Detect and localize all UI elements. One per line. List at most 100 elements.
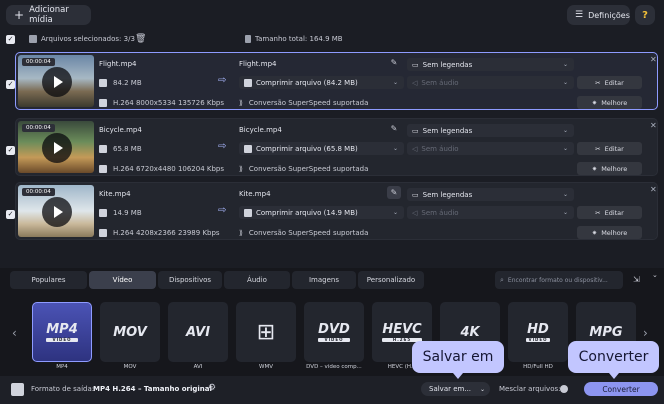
tab-audio[interactable]: Áudio: [224, 271, 290, 289]
compress-select[interactable]: Comprimir arquivo (84.2 MB) ⌄: [239, 76, 404, 89]
format-logo: MP4 VIDEO: [46, 321, 78, 342]
play-icon[interactable]: [42, 67, 72, 97]
file-icon: [99, 209, 107, 217]
tab-dispositivos[interactable]: Dispositivos: [158, 271, 222, 289]
enhance-button[interactable]: ✷ Melhore: [577, 226, 642, 239]
edit-button[interactable]: ✂ Editar: [577, 142, 642, 155]
video-thumbnail[interactable]: 00:00:04: [18, 55, 94, 107]
format-logo: 4K: [460, 324, 480, 340]
format-label: DVD – vídeo comp...: [306, 364, 362, 370]
codec-text: H.264 8000x5334 135726 Kbps: [113, 99, 225, 107]
format-tile[interactable]: DVD VIDEO: [304, 302, 364, 362]
edit-button[interactable]: ✂ Editar: [577, 76, 642, 89]
compress-label: Comprimir arquivo (14.9 MB): [256, 208, 358, 217]
tab-personalizado[interactable]: Personalizado: [358, 271, 424, 289]
file-icon: [99, 79, 107, 87]
superspeed-info: ⟫ Conversão SuperSpeed suportada: [239, 229, 368, 237]
convert-arrow-icon: ⇨: [218, 75, 227, 86]
tab-imagens[interactable]: Imagens: [292, 271, 356, 289]
subtitles-select[interactable]: ▭ Sem legendas ⌄: [407, 58, 574, 71]
output-format-label: Formato de saída:: [31, 385, 95, 393]
video-thumbnail[interactable]: 00:00:04: [18, 121, 94, 173]
scissors-icon: ✂: [595, 144, 601, 153]
audio-label: Sem áudio: [421, 78, 459, 87]
format-tile[interactable]: MOV: [100, 302, 160, 362]
superspeed-info: ⟫ Conversão SuperSpeed suportada: [239, 99, 368, 107]
trash-icon[interactable]: 🗑: [135, 34, 146, 44]
settings-button[interactable]: ☰ Definições: [567, 5, 630, 25]
export-icon[interactable]: ⇲: [633, 275, 640, 284]
chevron-down-icon: ⌄: [562, 145, 568, 152]
chevron-down-icon: ⌄: [562, 61, 568, 68]
tab-populares[interactable]: Populares: [10, 271, 87, 289]
play-icon[interactable]: [42, 133, 72, 163]
pencil-icon[interactable]: ✎: [387, 186, 401, 199]
subtitles-select[interactable]: ▭ Sem legendas ⌄: [407, 188, 574, 201]
output-file-name[interactable]: Flight.mp4: [239, 60, 276, 68]
chevron-left-icon[interactable]: ‹: [12, 326, 17, 340]
file-row[interactable]: 00:00:04 Kite.mp4 14.9 MB H.264 4208x236…: [15, 182, 658, 240]
search-icon: ⌕: [500, 275, 504, 284]
file-checkbox[interactable]: ✓: [6, 146, 15, 155]
format-label: WMV: [259, 364, 273, 370]
tab-video[interactable]: Vídeo: [89, 271, 156, 289]
superspeed-icon: ⟫: [239, 165, 243, 173]
subtitles-icon: ▭: [412, 126, 419, 135]
enhance-label: Melhore: [601, 228, 628, 237]
duration-badge: 00:00:04: [22, 124, 55, 132]
add-media-button[interactable]: + Adicionar mídia: [6, 5, 91, 25]
codec-info: H.264 8000x5334 135726 Kbps: [99, 99, 224, 107]
save-to-button[interactable]: Salvar em... ⌄: [421, 382, 490, 396]
duration-badge: 00:00:04: [22, 58, 55, 66]
gear-icon[interactable]: ⚙: [208, 383, 216, 393]
add-media-label: Adicionar mídia: [29, 5, 69, 25]
file-checkbox[interactable]: ✓: [6, 80, 15, 89]
superspeed-icon: ⟫: [239, 99, 243, 107]
compress-label: Comprimir arquivo (65.8 MB): [256, 144, 358, 153]
merge-files-toggle[interactable]: [560, 385, 568, 393]
pencil-icon[interactable]: ✎: [387, 122, 401, 135]
output-format-value[interactable]: MP4 H.264 – Tamanho original: [93, 385, 212, 393]
close-icon[interactable]: ✕: [650, 185, 657, 194]
sparkle-icon: ✷: [591, 228, 598, 237]
close-icon[interactable]: ✕: [650, 55, 657, 64]
edit-button[interactable]: ✂ Editar: [577, 206, 642, 219]
compress-icon: [244, 78, 252, 87]
file-checkbox[interactable]: ✓: [6, 210, 15, 219]
file-row[interactable]: 00:00:04 Bicycle.mp4 65.8 MB H.264 6720x…: [15, 118, 658, 176]
compress-icon: [244, 144, 252, 153]
format-tile[interactable]: ⊞: [236, 302, 296, 362]
total-size-info: Tamanho total: 164.9 MB: [245, 35, 343, 43]
compress-select[interactable]: Comprimir arquivo (14.9 MB) ⌄: [239, 206, 404, 219]
audio-select[interactable]: ◁ Sem áudio ⌄: [407, 76, 574, 89]
subtitles-label: Sem legendas: [422, 190, 473, 199]
format-tile[interactable]: AVI: [168, 302, 228, 362]
convert-button[interactable]: Converter: [584, 382, 658, 396]
file-row[interactable]: 00:00:04 Flight.mp4 84.2 MB H.264 8000x5…: [15, 52, 658, 110]
audio-select[interactable]: ◁ Sem áudio ⌄: [407, 206, 574, 219]
output-file-name[interactable]: Bicycle.mp4: [239, 126, 282, 134]
format-tile[interactable]: MP4 VIDEO: [32, 302, 92, 362]
output-file-name[interactable]: Kite.mp4: [239, 190, 271, 198]
play-icon[interactable]: [42, 197, 72, 227]
chevron-right-icon[interactable]: ›: [643, 326, 648, 340]
selected-count: Arquivos selecionados: 3/3: [41, 35, 135, 43]
chevron-down-icon[interactable]: ⌄: [652, 271, 658, 279]
enhance-button[interactable]: ✷ Melhore: [577, 96, 642, 109]
compress-select[interactable]: Comprimir arquivo (65.8 MB) ⌄: [239, 142, 404, 155]
format-logo: MPG: [589, 324, 623, 340]
duration-badge: 00:00:04: [22, 188, 55, 196]
format-search-input[interactable]: ⌕ Encontrar formato ou dispositiv...: [495, 271, 623, 289]
total-size: Tamanho total: 164.9 MB: [255, 35, 343, 43]
close-icon[interactable]: ✕: [650, 121, 657, 130]
chevron-down-icon: ⌄: [479, 385, 485, 393]
codec-info: H.264 4208x2366 23989 Kbps: [99, 229, 220, 237]
pencil-icon[interactable]: ✎: [387, 56, 401, 69]
select-all-checkbox[interactable]: ✓: [6, 35, 15, 44]
enhance-button[interactable]: ✷ Melhore: [577, 162, 642, 175]
subtitles-select[interactable]: ▭ Sem legendas ⌄: [407, 124, 574, 137]
video-thumbnail[interactable]: 00:00:04: [18, 185, 94, 237]
format-tile[interactable]: HD VIDEO: [508, 302, 568, 362]
audio-select[interactable]: ◁ Sem áudio ⌄: [407, 142, 574, 155]
help-button[interactable]: ?: [635, 5, 655, 25]
